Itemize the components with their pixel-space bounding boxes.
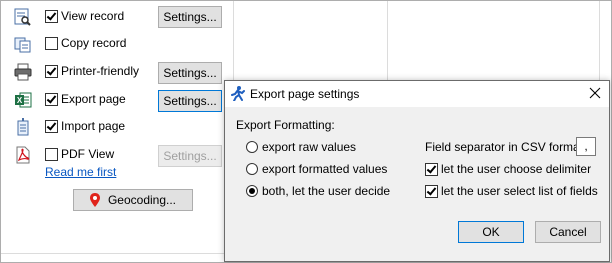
export-raw-values-label: export raw values <box>262 140 357 154</box>
field-separator-label: Field separator in CSV format: <box>425 140 587 154</box>
pdf-view-label: PDF View <box>61 147 115 161</box>
pdf-icon <box>14 146 32 164</box>
view-record-settings-button[interactable]: Settings... <box>158 6 222 28</box>
read-me-first-link[interactable]: Read me first <box>45 165 116 179</box>
pdf-view-checkbox[interactable] <box>45 148 58 161</box>
radio-export-raw-values[interactable] <box>246 141 258 153</box>
pdf-view-settings-button[interactable]: Settings... <box>158 145 222 167</box>
running-man-icon <box>231 86 245 102</box>
printer-friendly-label: Printer-friendly <box>61 64 140 78</box>
export-page-settings-button[interactable]: Settings... <box>158 90 222 112</box>
view-record-icon <box>14 8 32 26</box>
view-record-label: View record <box>61 9 125 23</box>
select-fields-checkbox[interactable] <box>425 185 438 198</box>
export-page-checkbox[interactable] <box>45 93 58 106</box>
export-settings-dialog: Export page settings Export Formatting: … <box>224 80 610 262</box>
dialog-titlebar[interactable]: Export page settings <box>225 81 609 107</box>
svg-text:X: X <box>17 96 23 105</box>
copy-record-checkbox[interactable] <box>45 37 58 50</box>
select-fields-label: let the user select list of fields <box>441 184 598 198</box>
choose-delimiter-label: let the user choose delimiter <box>441 162 592 176</box>
export-formatted-values-label: export formatted values <box>262 162 388 176</box>
printer-icon <box>14 63 32 81</box>
import-page-label: Import page <box>61 119 126 133</box>
export-page-label: Export page <box>61 92 126 106</box>
both-user-decide-label: both, let the user decide <box>262 184 391 198</box>
view-record-checkbox[interactable] <box>45 10 58 23</box>
import-page-icon <box>14 118 32 136</box>
map-pin-icon <box>89 193 100 207</box>
row-copy-record: Copy record <box>1 32 233 56</box>
export-formatting-label: Export Formatting: <box>236 118 335 132</box>
choose-delimiter-checkbox[interactable] <box>425 163 438 176</box>
dialog-title: Export page settings <box>250 87 360 101</box>
close-icon[interactable] <box>587 85 603 101</box>
excel-export-icon: X <box>14 91 32 109</box>
radio-export-formatted-values[interactable] <box>246 163 258 175</box>
import-page-checkbox[interactable] <box>45 120 58 133</box>
field-separator-input[interactable]: , <box>576 137 596 156</box>
ok-button[interactable]: OK <box>458 221 524 243</box>
geocoding-button[interactable]: Geocoding... <box>73 189 193 211</box>
radio-both-user-decide[interactable] <box>246 185 258 197</box>
copy-record-icon <box>14 35 32 53</box>
copy-record-label: Copy record <box>61 36 127 50</box>
geocoding-button-label: Geocoding... <box>107 193 177 207</box>
cancel-button[interactable]: Cancel <box>535 221 601 243</box>
printer-friendly-checkbox[interactable] <box>45 65 58 78</box>
dialog-body: Export Formatting: export raw values exp… <box>225 107 609 261</box>
printer-friendly-settings-button[interactable]: Settings... <box>158 62 222 84</box>
row-import-page: Import page <box>1 115 233 139</box>
